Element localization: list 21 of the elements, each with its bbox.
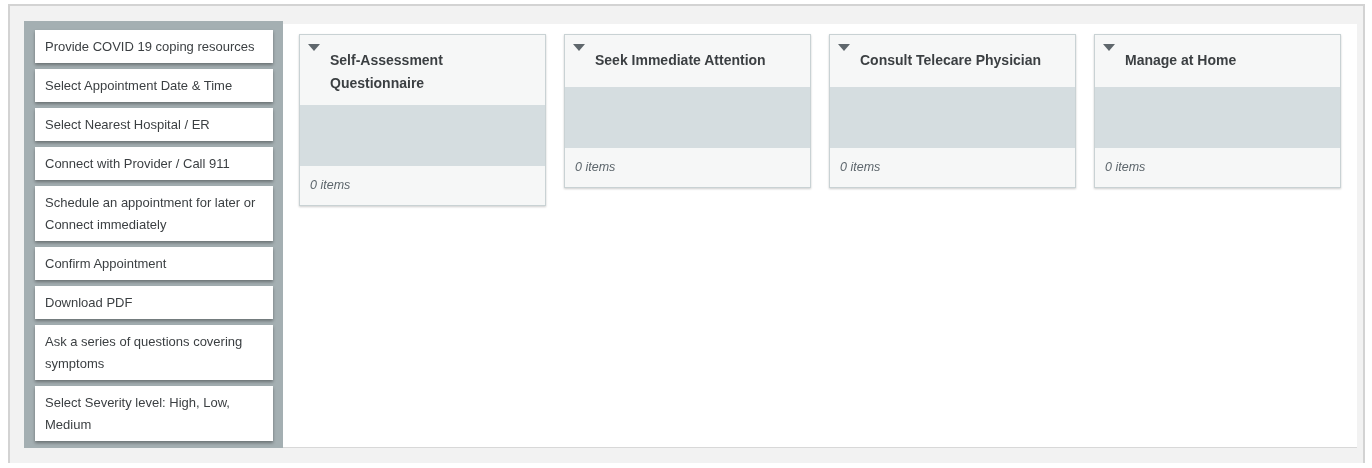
item-count: 0 items — [1104, 159, 1147, 176]
sort-card[interactable]: Connect with Provider / Call 911 — [35, 147, 273, 180]
item-count: 0 items — [839, 159, 882, 176]
caret-icon[interactable] — [308, 44, 320, 51]
sort-card[interactable]: Ask a series of questions covering symptoms — [35, 325, 273, 380]
bucket-title: Manage at Home — [1125, 51, 1237, 70]
bucket-title: Seek Immediate Attention — [595, 51, 766, 70]
item-count: 0 items — [574, 159, 617, 176]
caret-icon[interactable] — [573, 44, 585, 51]
sort-card[interactable]: Select Nearest Hospital / ER — [35, 108, 273, 141]
bucket-title: Self-Assessment Questionnaire — [330, 51, 444, 93]
sort-card[interactable]: Confirm Appointment — [35, 247, 273, 280]
sort-card[interactable]: Select Appointment Date & Time — [35, 69, 273, 102]
item-count: 0 items — [309, 177, 352, 194]
sort-card[interactable]: Select Severity level: High, Low, Medium — [35, 386, 273, 441]
bucket-title: Consult Telecare Physician — [860, 51, 1042, 70]
caret-icon[interactable] — [1103, 44, 1115, 51]
sort-card[interactable]: Download PDF — [35, 286, 273, 319]
sort-card[interactable]: Schedule an appointment for later or Connect immediately — [35, 186, 273, 241]
caret-icon[interactable] — [838, 44, 850, 51]
sort-card[interactable]: Provide COVID 19 coping resources — [35, 30, 273, 63]
